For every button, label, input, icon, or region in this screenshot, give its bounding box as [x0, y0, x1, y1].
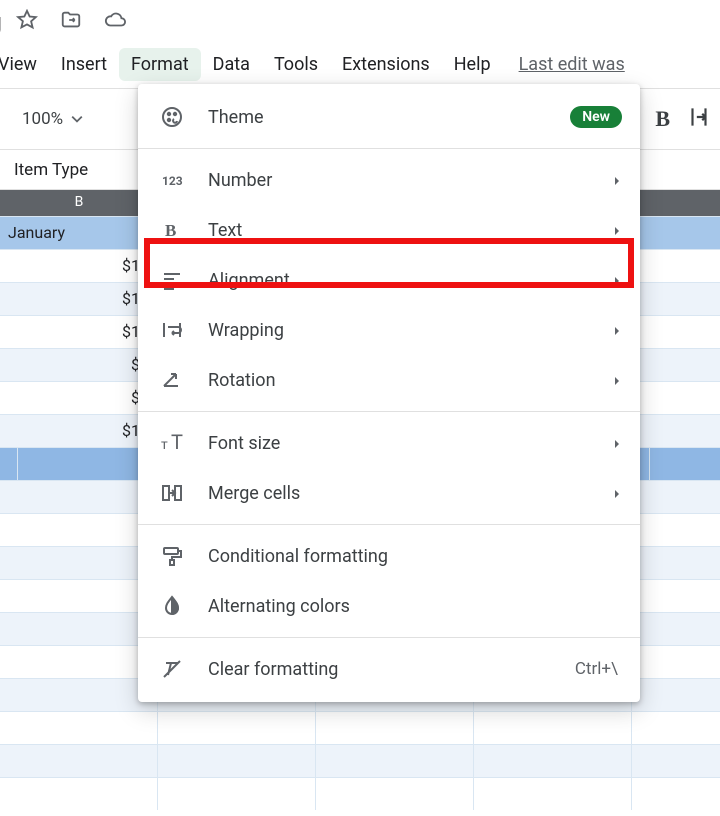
- clear-format-icon: [160, 657, 184, 681]
- number-icon: 123: [160, 168, 184, 192]
- font-size-icon: тT: [160, 431, 184, 455]
- menu-alignment-label: Alignment: [208, 270, 290, 291]
- menu-font-size-label: Font size: [208, 433, 280, 454]
- star-icon[interactable]: [16, 9, 38, 35]
- chevron-right-icon: [612, 433, 622, 454]
- menu-wrapping-label: Wrapping: [208, 320, 284, 341]
- zoom-value: 100%: [22, 109, 63, 129]
- new-badge: New: [570, 106, 622, 128]
- shortcut-label: Ctrl+\: [575, 659, 618, 679]
- zoom-dropdown[interactable]: 100%: [22, 109, 83, 129]
- chevron-right-icon: [612, 220, 622, 241]
- menu-font-size[interactable]: тT Font size: [138, 418, 640, 468]
- format-dropdown: Theme New 123 Number B Text Alignment Wr…: [138, 84, 640, 702]
- menu-number-label: Number: [208, 170, 272, 191]
- chevron-right-icon: [612, 320, 622, 341]
- menu-wrapping[interactable]: Wrapping: [138, 305, 640, 355]
- cloud-status-icon[interactable]: [104, 9, 126, 35]
- menu-rotation[interactable]: Rotation: [138, 355, 640, 405]
- menu-rotation-label: Rotation: [208, 370, 276, 391]
- menu-insert[interactable]: Insert: [49, 48, 119, 81]
- svg-text:123: 123: [162, 174, 183, 188]
- menu-help[interactable]: Help: [442, 48, 503, 81]
- menu-merge-cells-label: Merge cells: [208, 483, 300, 504]
- table-row[interactable]: [0, 777, 720, 810]
- col-B[interactable]: B: [0, 194, 158, 210]
- droplet-icon: [160, 594, 184, 618]
- paint-roller-icon: [160, 544, 184, 568]
- bold-icon: B: [160, 218, 184, 242]
- table-row[interactable]: [0, 744, 720, 777]
- menu-theme[interactable]: Theme New: [138, 92, 640, 142]
- doc-title-fragment[interactable]: ing: [0, 8, 2, 36]
- menu-clear-formatting-label: Clear formatting: [208, 659, 338, 680]
- bold-button[interactable]: B: [655, 106, 670, 132]
- chevron-right-icon: [612, 370, 622, 391]
- menu-alternating-colors[interactable]: Alternating colors: [138, 581, 640, 631]
- menu-extensions[interactable]: Extensions: [330, 48, 442, 81]
- menu-conditional-formatting[interactable]: Conditional formatting: [138, 531, 640, 581]
- menu-view[interactable]: View: [0, 48, 49, 81]
- last-edit-link[interactable]: Last edit was: [519, 54, 625, 75]
- cell-january[interactable]: January: [0, 217, 158, 249]
- merge-icon: [160, 481, 184, 505]
- separator: [138, 637, 640, 638]
- title-bar: ing: [0, 0, 720, 44]
- svg-text:T: T: [171, 431, 183, 454]
- svg-text:т: т: [161, 437, 168, 453]
- rotation-icon: [160, 368, 184, 392]
- svg-text:B: B: [165, 221, 176, 240]
- menu-merge-cells[interactable]: Merge cells: [138, 468, 640, 518]
- menu-format[interactable]: Format: [119, 48, 201, 81]
- menu-conditional-formatting-label: Conditional formatting: [208, 546, 388, 567]
- menu-alignment[interactable]: Alignment: [138, 255, 640, 305]
- chevron-right-icon: [612, 483, 622, 504]
- menu-theme-label: Theme: [208, 107, 264, 128]
- wrap-text-icon: [160, 318, 184, 342]
- menu-text[interactable]: B Text: [138, 205, 640, 255]
- name-box-value[interactable]: Item Type: [14, 160, 88, 180]
- menu-number[interactable]: 123 Number: [138, 155, 640, 205]
- separator: [138, 524, 640, 525]
- palette-icon: [160, 105, 184, 129]
- separator: [138, 148, 640, 149]
- menu-bar: View Insert Format Data Tools Extensions…: [0, 44, 720, 84]
- insert-column-icon[interactable]: [686, 104, 712, 134]
- menu-clear-formatting[interactable]: Clear formatting Ctrl+\: [138, 644, 640, 694]
- move-folder-icon[interactable]: [60, 9, 82, 35]
- menu-alternating-colors-label: Alternating colors: [208, 596, 350, 617]
- separator: [138, 411, 640, 412]
- menu-data[interactable]: Data: [201, 48, 262, 81]
- chevron-right-icon: [612, 170, 622, 191]
- align-icon: [160, 268, 184, 292]
- menu-text-label: Text: [208, 220, 242, 241]
- table-row[interactable]: [0, 711, 720, 744]
- chevron-right-icon: [612, 270, 622, 291]
- menu-tools[interactable]: Tools: [262, 48, 330, 81]
